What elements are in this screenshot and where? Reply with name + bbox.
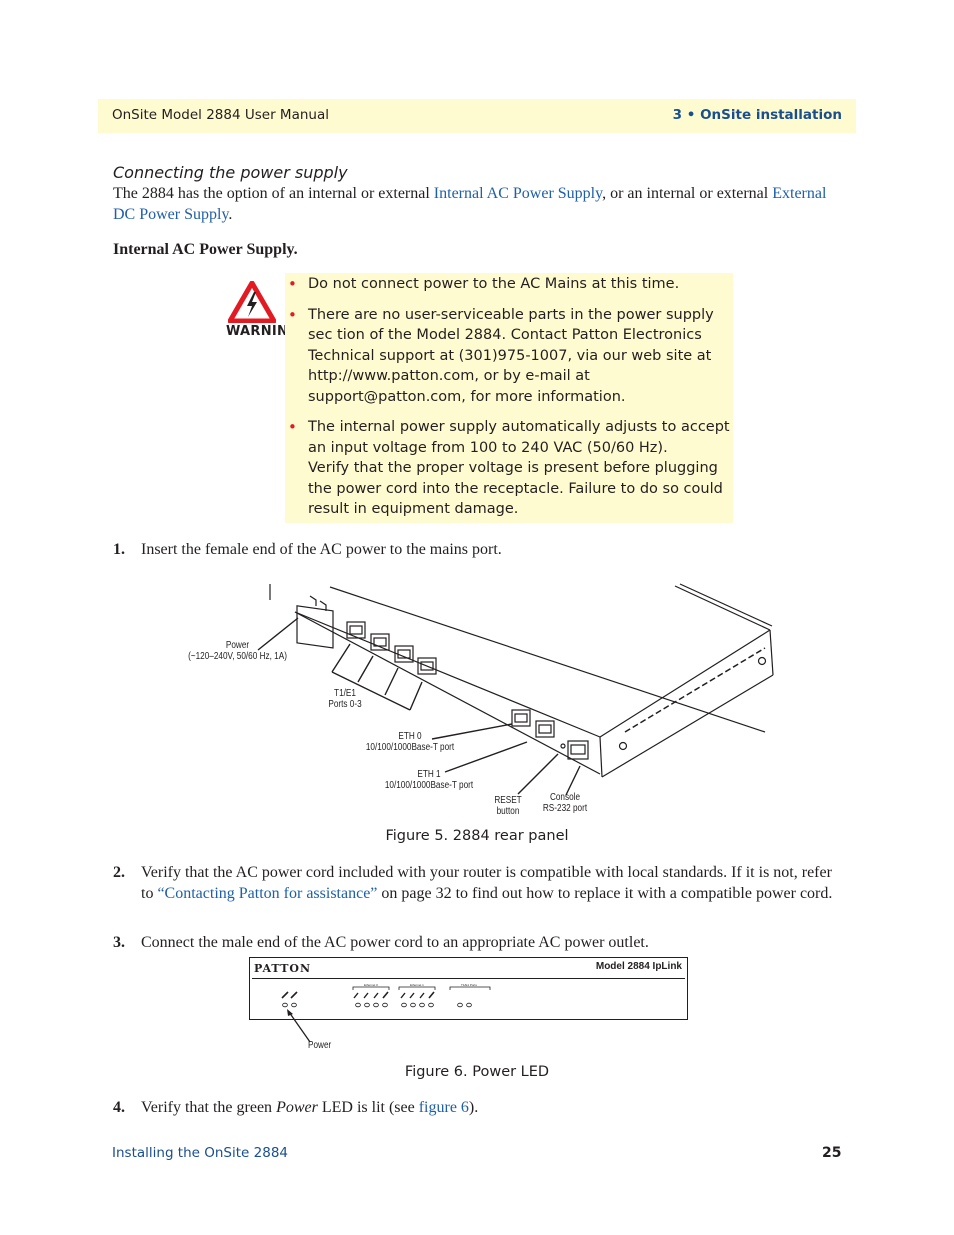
t1e1-label: T1/E1 Ports (461, 983, 477, 987)
intro-text: The 2884 has the option of an internal o… (113, 185, 434, 202)
power-inlet (296, 605, 334, 649)
contacting-patton-link[interactable]: “Contacting Patton for assistance” (157, 885, 377, 902)
power-callout: Power (~120–240V, 50/60 Hz, 1A) (188, 640, 287, 662)
ethernet-ports (511, 709, 555, 738)
intro-text: . (228, 206, 233, 223)
warning-item: • Do not connect power to the AC Mains a… (288, 275, 680, 293)
t1e1-ports (346, 621, 437, 675)
screw (618, 741, 628, 751)
internal-ac-power-link[interactable]: Internal AC Power Supply (434, 185, 602, 202)
ethernet-1-leds (398, 986, 436, 1008)
warning-item: • There are no user-serviceable parts in… (288, 305, 714, 405)
t1e1-callout: T1/E1 Ports 0-3 (328, 688, 362, 710)
t1e1-leds (449, 986, 491, 1008)
chapter-title: 3 • OnSite installation (672, 107, 842, 123)
console-callout: Console RS-232 port (542, 792, 588, 814)
power-led-callout: Power (308, 1040, 332, 1051)
bullet-icon: • (288, 275, 297, 293)
step-number: 1. (113, 541, 125, 558)
subheading: Internal AC Power Supply. (113, 241, 298, 258)
warning-item: • The internal power supply automaticall… (288, 418, 730, 517)
step-number: 2. (113, 864, 125, 881)
bullet-icon: • (288, 418, 297, 436)
screw (757, 656, 767, 666)
ethernet-0-leds (352, 986, 390, 1008)
intro-text: , or an internal or external (602, 185, 773, 202)
vent-slots (624, 647, 766, 733)
patton-logo: PATTON (254, 962, 312, 975)
divider (252, 978, 685, 979)
manual-title: OnSite Model 2884 User Manual (112, 107, 329, 123)
warning-box: • Do not connect power to the AC Mains a… (285, 273, 733, 523)
step-2: 2. Verify that the AC power cord include… (113, 864, 833, 902)
figure-rear-panel: Power (~120–240V, 50/60 Hz, 1A) T1/E1 Po… (170, 582, 790, 822)
eth0-callout: ETH 0 10/100/1000Base-T port (365, 731, 455, 753)
chassis-edge (679, 583, 773, 627)
step-text: Insert the female end of the AC power to… (141, 541, 502, 558)
step-number: 3. (113, 934, 125, 951)
footer-section-name: Installing the OnSite 2884 (112, 1145, 289, 1161)
power-led-arrow (287, 1009, 311, 1043)
chassis-edge (674, 585, 771, 631)
model-label: Model 2884 IpLink (595, 961, 682, 972)
step-3: 3. Connect the male end of the AC power … (113, 932, 848, 953)
reset-arrow (517, 753, 559, 795)
ethernet-0-label: Ethernet 0 (364, 983, 378, 987)
ethernet-1-label: Ethernet 1 (410, 983, 424, 987)
console-arrow (565, 765, 581, 796)
step-1: 1. Insert the female end of the AC power… (113, 539, 848, 560)
reset-button (560, 743, 566, 749)
reset-callout: RESET button (494, 795, 522, 817)
step-number: 4. (113, 1099, 125, 1116)
section-title: Connecting the power supply (113, 163, 348, 182)
page-number: 25 (822, 1145, 842, 1161)
bullet-icon: • (288, 305, 297, 324)
step-text: Connect the male end of the AC power cor… (141, 934, 649, 951)
intro-paragraph: The 2884 has the option of an internal o… (113, 183, 848, 225)
eth1-callout: ETH 1 10/100/1000Base-T port (384, 769, 474, 791)
chassis-edge (294, 611, 601, 738)
figure-6-caption: Figure 6. Power LED (404, 1064, 550, 1080)
step-4: 4. Verify that the green Power LED is li… (113, 1099, 479, 1116)
figure-5-caption: Figure 5. 2884 rear panel (385, 828, 569, 844)
figure-6-link[interactable]: figure 6 (419, 1099, 469, 1116)
running-header: OnSite Model 2884 User Manual 3 • OnSite… (98, 99, 856, 133)
